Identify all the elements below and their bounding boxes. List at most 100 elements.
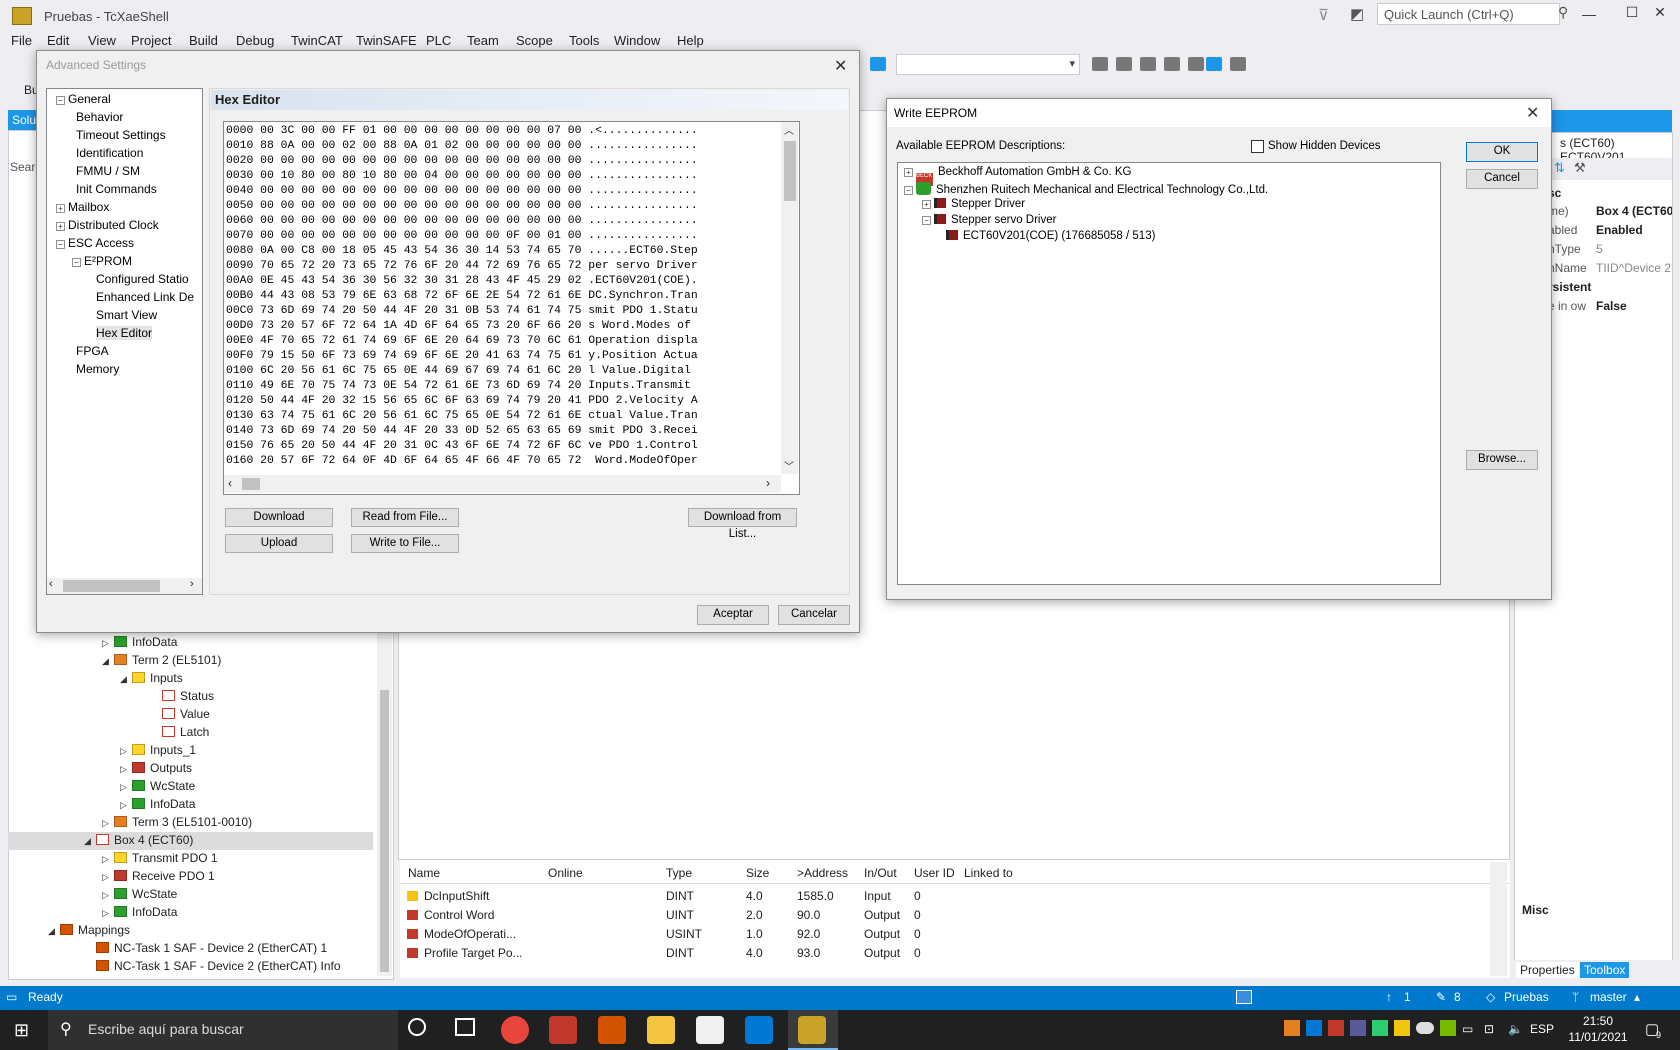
settings-tree-node[interactable]: Memory: [76, 362, 119, 376]
settings-tree-node[interactable]: Behavior: [76, 110, 123, 124]
clock-time[interactable]: 21:50: [1574, 1014, 1622, 1028]
property-value[interactable]: Box 4 (ECT60): [1596, 204, 1672, 218]
cortana-icon[interactable]: [408, 1018, 426, 1036]
scroll-right-icon[interactable]: ›: [190, 578, 194, 590]
toolbox-icon[interactable]: [1164, 57, 1180, 71]
menu-twincat[interactable]: TwinCAT: [291, 33, 343, 48]
close-icon[interactable]: ✕: [1526, 103, 1539, 123]
tray-outlook-icon[interactable]: [1306, 1020, 1322, 1036]
collapse-icon[interactable]: −: [56, 96, 65, 105]
wrench-icon[interactable]: ⚒: [1574, 160, 1586, 176]
tree-node[interactable]: ▷ InfoData: [120, 797, 195, 815]
settings-tree-node[interactable]: Identification: [76, 146, 143, 160]
volume-icon[interactable]: 🔈: [1508, 1022, 1523, 1036]
tree-node[interactable]: NC-Task 1 SAF - Device 2 (EtherCAT) Info: [84, 959, 341, 977]
show-hidden-devices-checkbox[interactable]: [1251, 140, 1264, 153]
scroll-right-icon[interactable]: ›: [766, 476, 770, 490]
search-icon[interactable]: ⚲: [1558, 4, 1568, 21]
tree-node[interactable]: ▷ Inputs_1: [120, 743, 196, 761]
collapse-icon[interactable]: −: [72, 258, 81, 267]
scroll-left-icon[interactable]: ‹: [228, 476, 232, 490]
taskbar-search-placeholder[interactable]: Escribe aquí para buscar: [88, 1021, 244, 1037]
tree-node[interactable]: ▷ Term 3 (EL5101-0010): [102, 815, 252, 833]
network-icon[interactable]: ⊡: [1484, 1022, 1494, 1036]
menu-twinsafe[interactable]: TwinSAFE: [356, 33, 417, 48]
settings-tree-node[interactable]: FMMU / SM: [76, 164, 140, 178]
refresh-icon[interactable]: [1206, 57, 1222, 71]
tree-node[interactable]: ◢ Term 2 (EL5101): [102, 653, 221, 671]
status-pencil-count[interactable]: 8: [1454, 990, 1461, 1004]
grid-column-header[interactable]: User ID: [914, 866, 955, 880]
tray-teams-icon[interactable]: [1350, 1020, 1366, 1036]
hex-horizontal-scrollbar[interactable]: [224, 475, 781, 493]
onedrive-icon[interactable]: [1416, 1022, 1434, 1034]
grid-column-header[interactable]: Linked to: [964, 866, 1013, 880]
menu-tools[interactable]: Tools: [569, 33, 599, 48]
grid-column-header[interactable]: Name: [408, 866, 440, 880]
chevron-down-icon[interactable]: ﹀: [784, 458, 794, 473]
tab-toolbox[interactable]: Toolbox: [1580, 962, 1630, 978]
tree-node[interactable]: ◢ Mappings: [48, 923, 130, 941]
tree-node[interactable]: Value: [150, 707, 210, 725]
tray-office-icon[interactable]: [1328, 1020, 1344, 1036]
tree-node[interactable]: ▷ Receive PDO 1: [102, 869, 215, 887]
config-icon[interactable]: [1140, 57, 1156, 71]
table-row[interactable]: [400, 944, 1488, 963]
grid-column-header[interactable]: Online: [548, 866, 583, 880]
read-from-file-button[interactable]: Read from File...: [351, 508, 459, 527]
quick-launch-input[interactable]: Quick Launch (Ctrl+Q): [1377, 3, 1560, 25]
scroll-left-icon[interactable]: ‹: [49, 578, 53, 590]
grid-column-header[interactable]: Type: [666, 866, 692, 880]
eeprom-tree-node[interactable]: + Stepper Driver: [922, 198, 1025, 210]
tree-node[interactable]: Latch: [150, 725, 209, 743]
battery-icon[interactable]: ▭: [1462, 1022, 1473, 1036]
tree-scrollbar-thumb[interactable]: [63, 580, 160, 592]
chevron-up-icon[interactable]: ▴: [1634, 990, 1640, 1004]
expand-icon[interactable]: ▷: [102, 908, 114, 919]
browse-button[interactable]: Browse...: [1466, 450, 1538, 470]
menu-build[interactable]: Build: [189, 33, 218, 48]
eeprom-tree-node[interactable]: − Shenzhen Ruitech Mechanical and Electri…: [904, 182, 1268, 196]
expand-icon[interactable]: ▷: [120, 746, 132, 757]
settings-tree-node[interactable]: Enhanced Link De: [96, 290, 194, 304]
expand-icon[interactable]: +: [56, 222, 65, 231]
status-project[interactable]: Pruebas: [1504, 990, 1549, 1004]
property-value[interactable]: False: [1596, 299, 1672, 313]
menu-plc[interactable]: PLC: [426, 33, 451, 48]
settings-tree-node[interactable]: FPGA: [76, 344, 109, 358]
tree-node[interactable]: ▷ WcState: [120, 779, 195, 797]
variable-grid-scrollbar[interactable]: [1490, 862, 1507, 976]
solution-scrollbar-thumb[interactable]: [380, 690, 389, 972]
hex-horizontal-scrollbar-thumb[interactable]: [242, 478, 260, 490]
menu-view[interactable]: View: [88, 33, 116, 48]
write-to-file-button[interactable]: Write to File...: [351, 534, 459, 553]
windows-start-icon[interactable]: ⊞: [14, 1020, 29, 1041]
tree-node[interactable]: ▷ InfoData: [102, 905, 177, 923]
settings-tree-node[interactable]: Hex Editor: [96, 326, 153, 340]
expand-icon[interactable]: ▷: [102, 818, 114, 829]
tree-node[interactable]: Status: [150, 689, 214, 707]
feedback-icon[interactable]: ◩: [1350, 5, 1364, 23]
grid-column-header[interactable]: Size: [746, 866, 769, 880]
settings-tree-node[interactable]: − E²PROM: [72, 254, 132, 268]
settings-tree-node[interactable]: − General: [56, 92, 111, 106]
menu-project[interactable]: Project: [131, 33, 171, 48]
download-from-list-button[interactable]: Download from List...: [688, 508, 797, 540]
collapse-icon[interactable]: ◢: [84, 836, 96, 847]
tray-security-icon[interactable]: [1394, 1020, 1410, 1036]
office-icon[interactable]: [598, 1016, 626, 1044]
menu-scope[interactable]: Scope: [516, 33, 553, 48]
menu-edit[interactable]: Edit: [47, 33, 69, 48]
solidworks-icon[interactable]: [549, 1016, 577, 1044]
collapse-icon[interactable]: ◢: [48, 926, 60, 937]
download-button[interactable]: Download: [225, 508, 333, 527]
nvidia-icon[interactable]: [1440, 1020, 1456, 1036]
hex-vertical-scrollbar-thumb[interactable]: [784, 141, 796, 201]
expand-icon[interactable]: ▷: [102, 638, 114, 649]
cancel-button[interactable]: Cancel: [1466, 169, 1538, 189]
settings-tree-node[interactable]: + Mailbox: [56, 200, 109, 214]
property-value[interactable]: TIID^Device 2: [1596, 261, 1672, 275]
table-row[interactable]: [400, 906, 1488, 925]
table-row[interactable]: [400, 887, 1488, 906]
close-icon[interactable]: ✕: [834, 56, 847, 76]
